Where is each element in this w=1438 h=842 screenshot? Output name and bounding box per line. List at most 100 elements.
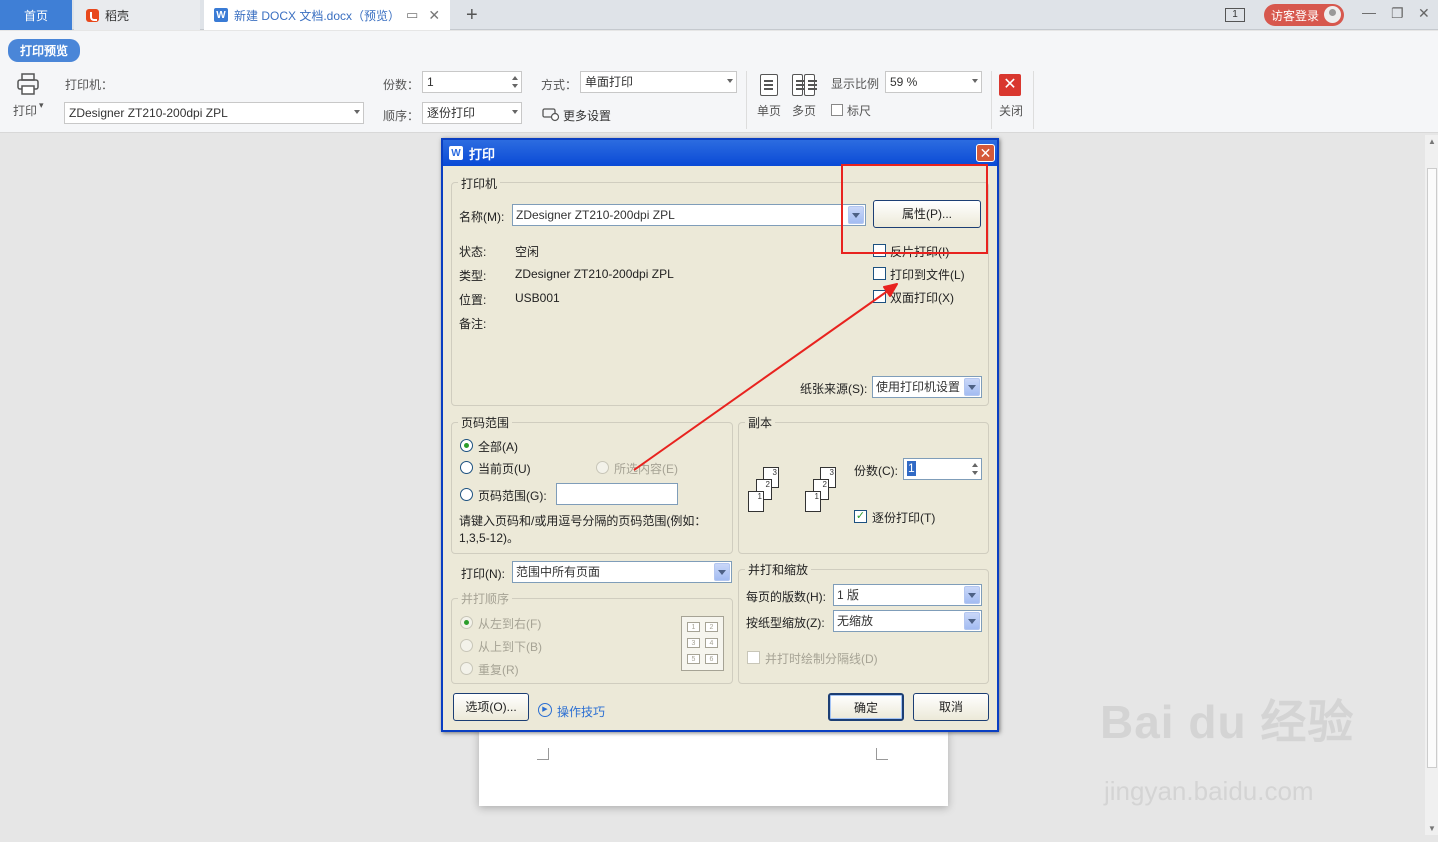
top-to-bottom-label: 从上到下(B): [478, 640, 542, 654]
printer-icon[interactable]: [17, 73, 39, 95]
tips-link[interactable]: 操作技巧: [557, 703, 605, 720]
page-range-group-title: 页码范围: [458, 414, 513, 431]
chevron-down-icon: [972, 79, 978, 83]
print-preview-badge: 打印预览: [8, 39, 81, 62]
close-preview-button[interactable]: 关闭: [999, 102, 1023, 119]
spin-down-icon[interactable]: [972, 471, 978, 475]
tab-home[interactable]: 首页: [0, 0, 72, 30]
top-to-bottom-radio[interactable]: [460, 639, 473, 652]
nup-order-preview: 12 34 56: [681, 616, 724, 671]
duplex-checkbox[interactable]: [873, 290, 886, 303]
chevron-down-icon: [512, 110, 518, 114]
status-value: 空闲: [515, 245, 540, 259]
baidu-watermark-url: jingyan.baidu.com: [1104, 776, 1314, 806]
left-to-right-radio[interactable]: [460, 616, 473, 629]
pages-per-sheet-label: 每页的版数(H):: [746, 590, 826, 604]
paper-source-select[interactable]: 使用打印机设置: [872, 376, 982, 398]
scrollbar-thumb[interactable]: [1427, 168, 1437, 768]
scale-select[interactable]: 无缩放: [833, 610, 982, 632]
mode-label: 方式：: [541, 78, 578, 92]
toolbar-divider: [1033, 71, 1034, 129]
close-preview-icon[interactable]: ✕: [999, 74, 1021, 96]
multi-page-icon-left[interactable]: [792, 74, 805, 96]
monitor-icon[interactable]: ▭: [406, 7, 418, 23]
single-page-button[interactable]: 单页: [757, 102, 781, 119]
order-select-value: 逐份打印: [427, 106, 476, 120]
daoke-icon: [86, 8, 99, 22]
order-label: 顺序：: [383, 109, 420, 123]
print-to-file-checkbox[interactable]: [873, 267, 886, 280]
copies-count-stepper[interactable]: 1: [903, 458, 982, 480]
login-button[interactable]: 访客登录: [1264, 4, 1344, 26]
tab-document[interactable]: W 新建 DOCX 文档.docx（预览） ▭ ✕: [204, 0, 450, 30]
baidu-watermark: Bai du 经验: [1100, 696, 1355, 748]
wps-writer-icon: W: [449, 146, 463, 160]
minimize-icon[interactable]: —: [1362, 4, 1376, 20]
printer-group-title: 打印机: [458, 175, 501, 192]
order-select[interactable]: 逐份打印: [422, 102, 522, 124]
repeat-radio[interactable]: [460, 662, 473, 675]
toolbar-divider: [991, 71, 992, 129]
selection-radio[interactable]: [596, 461, 609, 474]
current-page-radio[interactable]: [460, 461, 473, 474]
close-tab-icon[interactable]: ✕: [428, 7, 440, 24]
copies-stepper[interactable]: 1: [422, 71, 522, 93]
window-count-badge[interactable]: 1: [1225, 8, 1245, 22]
restore-icon[interactable]: ❐: [1391, 5, 1404, 22]
page-range-label: 页码范围(G):: [478, 489, 547, 503]
copies-count-label: 份数(C):: [854, 464, 898, 478]
zoom-select[interactable]: 59 %: [885, 71, 982, 93]
draw-borders-checkbox[interactable]: [747, 651, 760, 664]
spin-up-icon[interactable]: [972, 463, 978, 467]
ruler-label: 标尺: [847, 104, 872, 118]
page-corner-mark: [537, 748, 549, 760]
page-range-hint: 请键入页码和/或用逗号分隔的页码范围(例如：1,3,5-12)。: [459, 514, 707, 545]
collate-page-1: 1: [805, 491, 821, 512]
new-tab-button[interactable]: +: [466, 4, 478, 27]
spin-up-icon[interactable]: [512, 76, 518, 80]
mode-select-value: 单面打印: [585, 75, 634, 89]
chevron-down-icon: [964, 378, 980, 396]
scroll-up-icon[interactable]: ▲: [1428, 137, 1436, 146]
play-circle-icon[interactable]: ▶: [538, 703, 552, 717]
chevron-down-icon: [727, 79, 733, 83]
multi-page-icon-right[interactable]: [804, 74, 817, 96]
close-window-icon[interactable]: ✕: [1418, 5, 1430, 22]
zoom-select-value: 59 %: [890, 75, 918, 89]
tab-bar: 首页 稻壳 W 新建 DOCX 文档.docx（预览） ▭ ✕ + 1 访客登录 — …: [0, 0, 1438, 30]
mode-select[interactable]: 单面打印: [580, 71, 737, 93]
more-settings-icon[interactable]: [542, 106, 560, 122]
duplex-label: 双面打印(X): [890, 291, 954, 305]
more-settings-link[interactable]: 更多设置: [563, 107, 611, 124]
chevron-down-icon: [964, 586, 980, 604]
type-label: 类型:: [459, 269, 487, 283]
spin-down-icon[interactable]: [512, 84, 518, 88]
ruler-checkbox[interactable]: [831, 104, 843, 116]
all-pages-radio[interactable]: [460, 439, 473, 452]
dialog-close-icon[interactable]: ✕: [976, 144, 995, 162]
page-range-input[interactable]: [556, 483, 678, 505]
options-button[interactable]: 选项(O)...: [453, 693, 529, 721]
single-page-icon[interactable]: [760, 74, 778, 96]
paper-source-label: 纸张来源(S):: [800, 382, 868, 396]
multi-page-button[interactable]: 多页: [792, 102, 816, 119]
avatar-icon: [1324, 6, 1341, 23]
left-to-right-label: 从左到右(F): [478, 617, 542, 631]
print-what-select[interactable]: 范围中所有页面: [512, 561, 732, 583]
scroll-down-icon[interactable]: ▼: [1428, 824, 1436, 833]
collate-checkbox[interactable]: ✓: [854, 510, 867, 523]
tab-daoke[interactable]: 稻壳: [74, 0, 200, 30]
printer-name-select[interactable]: ZDesigner ZT210-200dpi ZPL: [512, 204, 866, 226]
dialog-titlebar[interactable]: W 打印: [443, 140, 997, 166]
scale-value: 无缩放: [837, 614, 874, 628]
cancel-button[interactable]: 取消: [913, 693, 989, 721]
printer-select[interactable]: ZDesigner ZT210-200dpi ZPL: [64, 102, 364, 124]
ok-button[interactable]: 确定: [828, 693, 904, 721]
print-button-label[interactable]: 打印: [13, 102, 37, 119]
chevron-down-icon: [964, 612, 980, 630]
print-dropdown-icon[interactable]: ▾: [39, 100, 44, 111]
printer-label: 打印机：: [65, 78, 114, 92]
page-range-radio[interactable]: [460, 488, 473, 501]
pages-per-sheet-select[interactable]: 1 版: [833, 584, 982, 606]
page-corner-mark: [876, 748, 888, 760]
